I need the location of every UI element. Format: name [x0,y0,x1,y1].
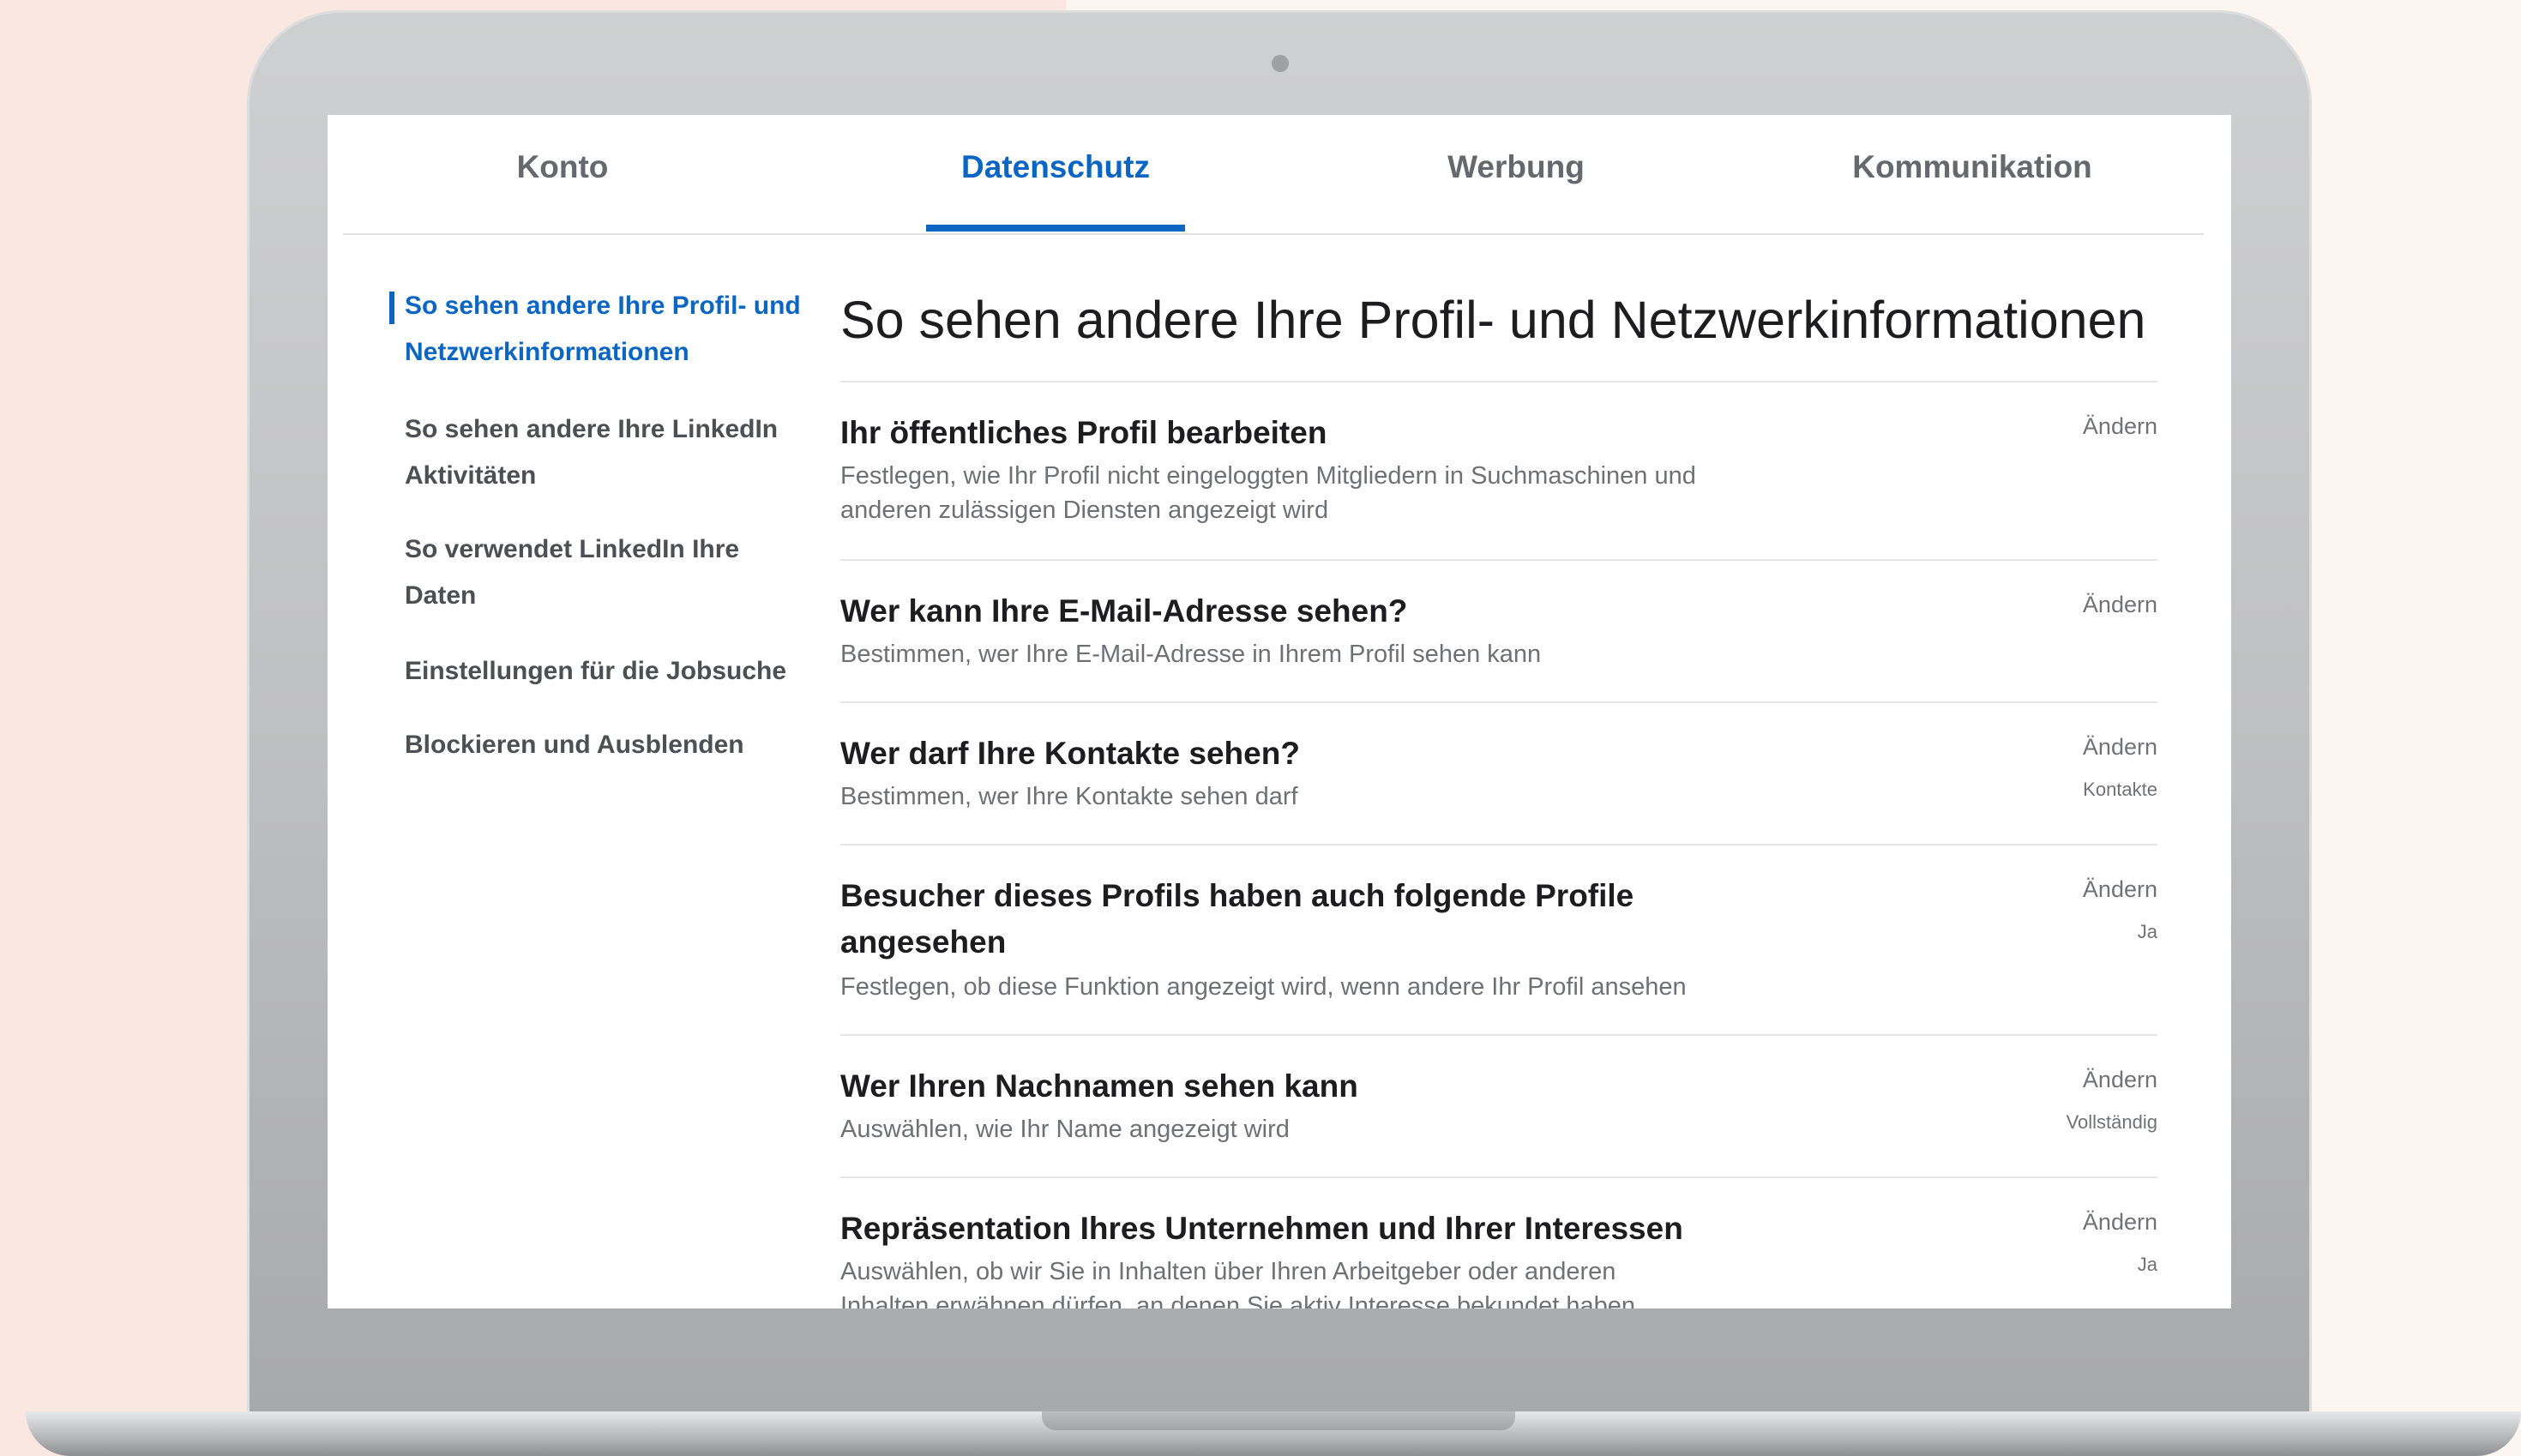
sidebar-item-label: Aktivitäten [405,461,537,490]
change-link[interactable]: Ändern [2083,1067,2157,1093]
divider [840,701,2157,703]
sidebar-item-blocking[interactable]: Blockieren und Ausblenden [405,722,808,768]
tab-werbung[interactable]: Werbung [1362,149,1670,185]
divider [840,844,2157,845]
setting-description: Festlegen, ob diese Funktion angezeigt w… [840,973,1687,1001]
tab-konto[interactable]: Konto [468,149,657,185]
sidebar-item-label: So sehen andere Ihre Profil- und [405,292,801,320]
tab-datenschutz[interactable]: Datenschutz [900,149,1211,185]
setting-value: Ja [2137,921,2157,942]
sidebar-item-label: Einstellungen für die Jobsuche [405,657,787,685]
setting-title: Wer darf Ihre Kontakte sehen? [840,736,1300,771]
setting-title: Ihr öffentliches Profil bearbeiten [840,415,1327,450]
change-link[interactable]: Ändern [2083,734,2157,761]
tab-kommunikation[interactable]: Kommunikation [1801,149,2144,185]
setting-description: anderen zulässigen Diensten angezeigt wi… [840,496,1329,524]
setting-value: Ja [2137,1254,2157,1275]
divider [840,1176,2157,1178]
setting-title: Wer Ihren Nachnamen sehen kann [840,1068,1358,1104]
setting-title: Repräsentation Ihres Unternehmen und Ihr… [840,1211,1683,1246]
divider [840,1034,2157,1036]
active-nav-marker [389,292,394,324]
change-link[interactable]: Ändern [2083,413,2157,440]
setting-title: angesehen [840,924,1007,960]
setting-description: Inhalten erwähnen dürfen, an denen Sie a… [840,1292,1636,1309]
settings-screen: Konto Datenschutz Werbung Kommunikation … [328,115,2231,1309]
sidebar-item-label: So sehen andere Ihre LinkedIn [405,415,779,443]
active-tab-indicator [926,225,1185,232]
laptop-notch [1042,1411,1515,1430]
setting-title: Wer kann Ihre E-Mail-Adresse sehen? [840,593,1408,629]
sidebar-item-data-use[interactable]: So verwendet LinkedIn Ihre Daten [405,526,808,619]
change-link[interactable]: Ändern [2083,1209,2157,1236]
page-title: So sehen andere Ihre Profil- und Netzwer… [840,291,2146,349]
setting-description: Auswählen, wie Ihr Name angezeigt wird [840,1116,1290,1143]
sidebar-item-label: So verwendet LinkedIn Ihre [405,535,740,563]
setting-description: Bestimmen, wer Ihre E-Mail-Adresse in Ih… [840,641,1542,668]
sidebar-item-job-search[interactable]: Einstellungen für die Jobsuche [405,648,808,695]
divider [840,381,2157,382]
setting-value: Kontakte [2083,779,2157,800]
sidebar-item-activities[interactable]: So sehen andere Ihre LinkedIn Aktivitäte… [405,406,808,499]
settings-tabs: Konto Datenschutz Werbung Kommunikation [343,115,2204,235]
setting-description: Auswählen, ob wir Sie in Inhalten über I… [840,1258,1616,1285]
setting-description: Bestimmen, wer Ihre Kontakte sehen darf [840,783,1298,810]
sidebar-item-label: Daten [405,581,477,610]
setting-title: Besucher dieses Profils haben auch folge… [840,878,1634,913]
setting-value: Vollständig [2066,1111,2157,1133]
change-link[interactable]: Ändern [2083,592,2157,618]
sidebar-item-label: Netzwerkinformationen [405,338,689,366]
sidebar-item-label: Blockieren und Ausblenden [405,731,744,759]
setting-description: Festlegen, wie Ihr Profil nicht eingelog… [840,462,1696,490]
divider [840,559,2157,561]
sidebar-item-profile-network[interactable]: So sehen andere Ihre Profil- und Netzwer… [405,283,808,376]
change-link[interactable]: Ändern [2083,876,2157,903]
camera-icon [1272,55,1289,72]
